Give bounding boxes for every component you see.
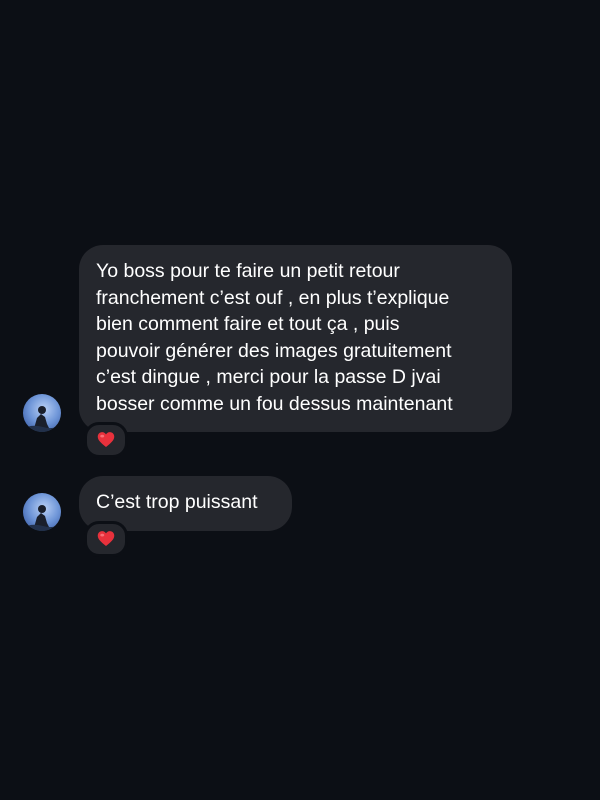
avatar[interactable] [23, 493, 61, 531]
message-text-line: pouvoir générer des images gratuitement [96, 339, 452, 362]
message-text-line: franchement c’est ouf , en plus t’expliq… [96, 286, 450, 309]
message-bubble[interactable]: Yo boss pour te faire un petit retour fr… [79, 245, 512, 432]
message-text-line: bosser comme un fou dessus maintenant [96, 392, 453, 415]
reaction-badge[interactable] [84, 422, 128, 458]
message-thread: Yo boss pour te faire un petit retour fr… [0, 0, 600, 800]
avatar-image [23, 394, 61, 432]
reaction-badge[interactable] [84, 521, 128, 557]
message-text-line: c’est dingue , merci pour la passe D jva… [96, 366, 441, 389]
avatar-image [23, 493, 61, 531]
message-text-line: Yo boss pour te faire un petit retour [96, 260, 400, 282]
heart-icon [97, 432, 115, 447]
message-text-line: bien comment faire et tout ça , puis [96, 313, 400, 336]
heart-icon [97, 531, 115, 546]
avatar[interactable] [23, 394, 61, 432]
message-text-line: C’est trop puissant [96, 491, 258, 513]
